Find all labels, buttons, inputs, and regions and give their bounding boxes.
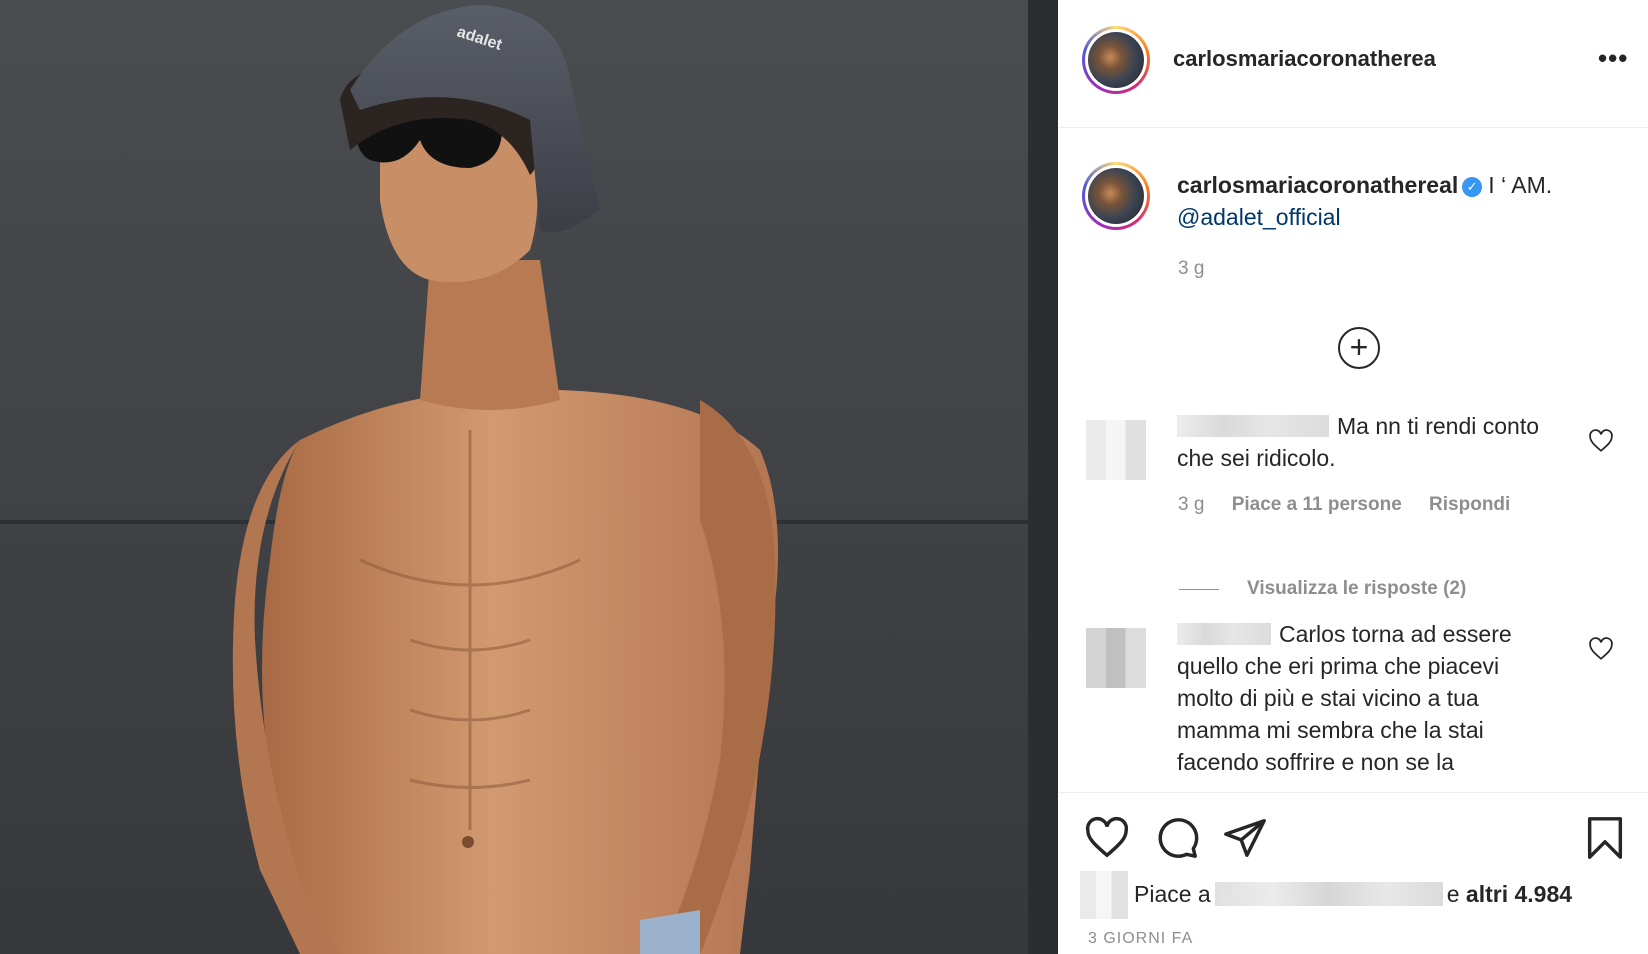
view-replies-button[interactable]: Visualizza le risposte (2) bbox=[1247, 578, 1466, 600]
comment-avatar[interactable] bbox=[1086, 420, 1146, 480]
post-date[interactable]: 3 GIORNI FA bbox=[1088, 930, 1193, 948]
verified-badge-icon: ✓ bbox=[1462, 177, 1483, 197]
comment-likes[interactable]: Piace a 11 persone bbox=[1232, 494, 1402, 515]
share-send-icon[interactable] bbox=[1222, 815, 1268, 861]
caption-avatar[interactable] bbox=[1082, 162, 1150, 230]
liker-username[interactable] bbox=[1214, 882, 1443, 906]
likes-text[interactable]: Piace a e altri 4.984 bbox=[1134, 881, 1572, 908]
comment-avatar[interactable] bbox=[1086, 628, 1146, 688]
post-actions: Piace a e altri 4.984 3 GIORNI FA bbox=[1058, 792, 1648, 954]
comment-body: Ma nn ti rendi conto che sei ridicolo. bbox=[1177, 410, 1557, 474]
liker-avatar[interactable] bbox=[1080, 871, 1128, 919]
reply-button[interactable]: Rispondi bbox=[1429, 494, 1510, 515]
post-details: carlosmariacoronatherea ••• carlosmariac… bbox=[1058, 0, 1648, 954]
comment-bubble-icon[interactable] bbox=[1154, 815, 1200, 861]
post-photo[interactable]: adalet bbox=[0, 0, 1058, 954]
caption-time[interactable]: 3 g bbox=[1178, 258, 1204, 280]
owner-avatar[interactable] bbox=[1082, 26, 1150, 94]
person-illustration: adalet bbox=[232, 5, 778, 954]
likes-count[interactable]: altri 4.984 bbox=[1466, 881, 1572, 907]
more-options-icon[interactable]: ••• bbox=[1598, 45, 1628, 71]
comment-like-heart-icon[interactable] bbox=[1588, 636, 1614, 662]
likes-prefix: Piace a bbox=[1134, 881, 1211, 907]
owner-username[interactable]: carlosmariacoronatherea bbox=[1173, 46, 1436, 72]
save-bookmark-icon[interactable] bbox=[1582, 815, 1628, 861]
caption-username[interactable]: carlosmariacoronathereal bbox=[1177, 172, 1458, 198]
comment-username[interactable] bbox=[1177, 415, 1329, 437]
comment-like-heart-icon[interactable] bbox=[1588, 428, 1614, 454]
comment-body: Carlos torna ad essere quello che eri pr… bbox=[1177, 618, 1557, 778]
likes-suffix: e bbox=[1446, 881, 1460, 907]
comment-time[interactable]: 3 g bbox=[1178, 494, 1204, 515]
comment-meta: 3 g Piace a 11 persone Rispondi bbox=[1178, 494, 1532, 516]
post-header: carlosmariacoronatherea ••• bbox=[1058, 0, 1648, 128]
load-more-comments-icon[interactable]: + bbox=[1338, 327, 1380, 369]
replies-divider bbox=[1179, 589, 1219, 590]
comment-username[interactable] bbox=[1177, 623, 1271, 645]
comments-list[interactable]: Ma nn ti rendi conto che sei ridicolo. 3… bbox=[1058, 410, 1648, 792]
caption-text: I ‘ AM. bbox=[1488, 172, 1553, 198]
caption-mention[interactable]: @adalet_official bbox=[1177, 204, 1341, 230]
like-heart-icon[interactable] bbox=[1084, 815, 1130, 861]
caption: carlosmariacoronathereal ✓ I ‘ AM. @adalet… bbox=[1177, 169, 1617, 233]
